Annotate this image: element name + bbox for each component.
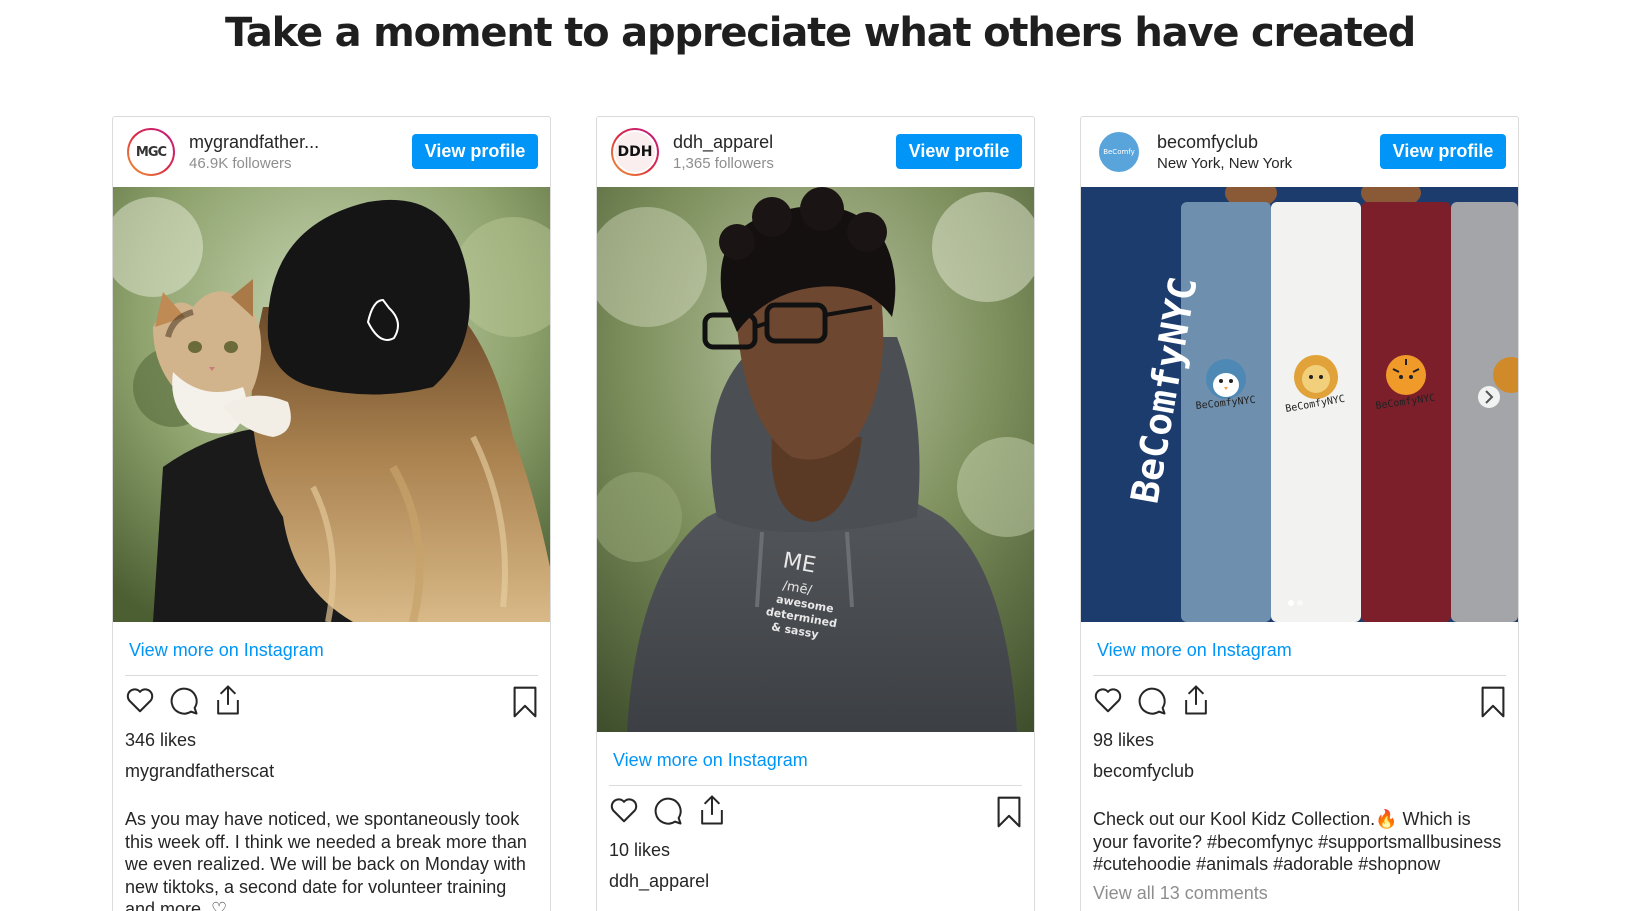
hoodies-photo: BeComfyNYC BeComfyNYC BeComfyNYC BeComfy… — [1081, 187, 1518, 622]
woman-with-cat-photo — [113, 187, 550, 622]
heart-icon[interactable] — [609, 796, 639, 824]
view-profile-button[interactable]: View profile — [896, 134, 1022, 169]
post-actions — [1093, 676, 1506, 730]
post-image[interactable]: BeComfyNYC BeComfyNYC BeComfyNYC BeComfy… — [1081, 187, 1518, 622]
view-profile-button[interactable]: View profile — [412, 134, 538, 169]
like-count[interactable]: 98 likes — [1093, 730, 1506, 751]
next-slide-icon — [1478, 386, 1500, 408]
post-image[interactable] — [113, 187, 550, 622]
follower-count: 46.9K followers — [189, 155, 292, 172]
view-more-on-instagram-link[interactable]: View more on Instagram — [1093, 622, 1506, 676]
heart-icon[interactable] — [1093, 686, 1123, 714]
comment-icon[interactable] — [169, 686, 199, 716]
avatar[interactable]: MGC — [127, 128, 175, 176]
avatar-logo: MGC — [129, 130, 173, 174]
view-more-on-instagram-link[interactable]: View more on Instagram — [125, 622, 538, 676]
view-all-comments-link[interactable]: View all 13 comments — [1093, 883, 1506, 904]
post-caption: Check out our Kool Kidz Collection.🔥 Whi… — [1093, 809, 1502, 874]
bookmark-icon[interactable] — [512, 686, 538, 718]
like-count[interactable]: 346 likes — [125, 730, 538, 751]
view-more-on-instagram-link[interactable]: View more on Instagram — [609, 732, 1022, 786]
instagram-post-card: MGC mygrandfather... 46.9K followers Vie… — [112, 116, 551, 911]
caption-username[interactable]: mygrandfatherscat — [125, 761, 538, 782]
comment-icon[interactable] — [1137, 686, 1167, 716]
caption-username[interactable]: ddh_apparel — [609, 871, 1022, 892]
share-icon[interactable] — [1181, 684, 1211, 716]
username[interactable]: mygrandfather... — [189, 132, 319, 153]
avatar-logo: BeComfy — [1097, 130, 1141, 174]
caption-username[interactable]: becomfyclub — [1093, 761, 1506, 782]
post-header: MGC mygrandfather... 46.9K followers Vie… — [113, 117, 550, 187]
post-caption: As you may have noticed, we spontaneousl… — [125, 809, 527, 911]
follower-count: 1,365 followers — [673, 155, 774, 172]
post-header: DDH ddh_apparel 1,365 followers View pro… — [597, 117, 1034, 187]
avatar[interactable]: DDH — [611, 128, 659, 176]
heart-icon[interactable] — [125, 686, 155, 714]
avatar-logo: DDH — [613, 130, 657, 174]
view-profile-button[interactable]: View profile — [1380, 134, 1506, 169]
share-icon[interactable] — [213, 684, 243, 716]
page-title: Take a moment to appreciate what others … — [224, 10, 1416, 56]
avatar-text: DDH — [617, 144, 653, 160]
instagram-post-card: BeComfy becomfyclub New York, New York V… — [1080, 116, 1519, 911]
like-count[interactable]: 10 likes — [609, 840, 1022, 861]
post-actions — [125, 676, 538, 730]
post-header: BeComfy becomfyclub New York, New York V… — [1081, 117, 1518, 187]
post-actions — [609, 786, 1022, 840]
location[interactable]: New York, New York — [1157, 155, 1292, 172]
comment-icon[interactable] — [653, 796, 683, 826]
share-icon[interactable] — [697, 794, 727, 826]
man-in-hoodie-photo: ME /mē/ awesome determined & sassy — [597, 187, 1034, 732]
instagram-post-card: DDH ddh_apparel 1,365 followers View pro… — [596, 116, 1035, 911]
post-image[interactable]: ME /mē/ awesome determined & sassy — [597, 187, 1034, 732]
bookmark-icon[interactable] — [996, 796, 1022, 828]
username[interactable]: ddh_apparel — [673, 132, 773, 153]
username[interactable]: becomfyclub — [1157, 132, 1258, 153]
bookmark-icon[interactable] — [1480, 686, 1506, 718]
avatar[interactable]: BeComfy — [1095, 128, 1143, 176]
